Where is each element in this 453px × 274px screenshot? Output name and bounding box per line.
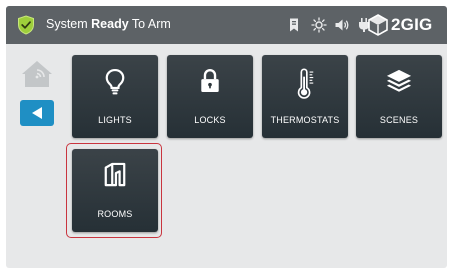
- lock-icon: [201, 68, 219, 92]
- sun-icon[interactable]: [311, 17, 327, 33]
- rooms-tile[interactable]: ROOMS: [72, 149, 158, 232]
- 2gig-logo-icon: [368, 14, 388, 36]
- status-bar: System Ready To Arm 2GIG: [6, 6, 447, 44]
- thermometer-icon: [297, 68, 314, 99]
- locks-label: LOCKS: [194, 115, 226, 125]
- back-button[interactable]: [20, 100, 54, 126]
- brand-name: 2GIG: [391, 15, 433, 34]
- bookmark-icon[interactable]: [286, 17, 302, 33]
- home-icon[interactable]: [20, 59, 54, 89]
- shield-check-icon[interactable]: [17, 15, 35, 35]
- lightbulb-icon: [105, 68, 125, 95]
- locks-tile[interactable]: LOCKS: [167, 55, 253, 138]
- status-ready: Ready: [91, 17, 129, 31]
- panel-screen: System Ready To Arm 2GIG LIGHTS LOCKS TH…: [6, 6, 447, 268]
- lights-tile[interactable]: LIGHTS: [72, 55, 158, 138]
- rooms-icon: [104, 162, 126, 187]
- lights-label: LIGHTS: [98, 115, 132, 125]
- layers-icon: [386, 69, 412, 92]
- speaker-icon[interactable]: [334, 17, 350, 33]
- back-arrow-icon: [32, 107, 42, 119]
- rooms-label: ROOMS: [97, 209, 133, 219]
- status-prefix: System: [46, 17, 92, 31]
- system-status-text: System Ready To Arm: [46, 17, 171, 31]
- brand-logo: 2GIG: [368, 14, 432, 36]
- scenes-label: SCENES: [379, 115, 419, 125]
- status-suffix: To Arm: [128, 17, 171, 31]
- thermostats-label: THERMOSTATS: [270, 115, 340, 125]
- scenes-tile[interactable]: SCENES: [356, 55, 442, 138]
- thermostats-tile[interactable]: THERMOSTATS: [262, 55, 348, 138]
